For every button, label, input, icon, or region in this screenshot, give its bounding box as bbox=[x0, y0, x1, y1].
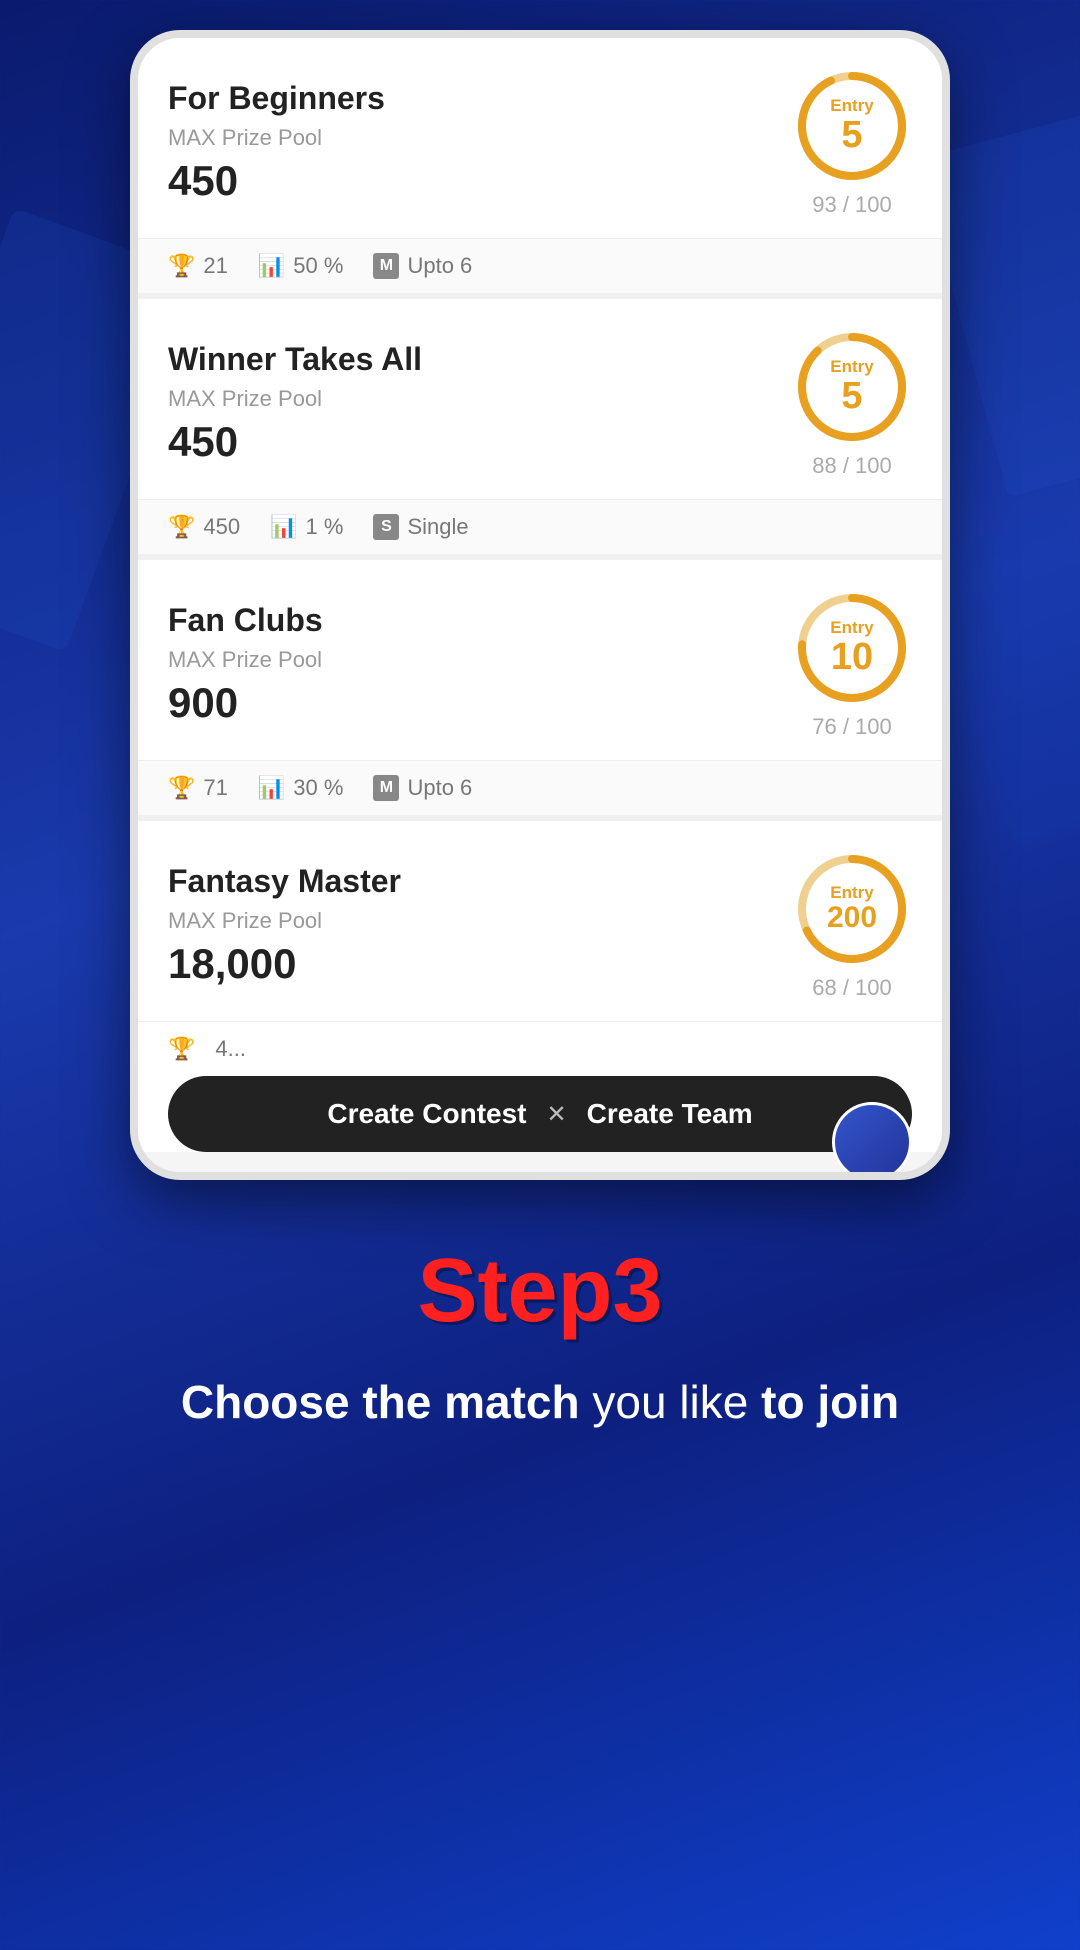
trophy-icon-3: 🏆 bbox=[168, 1036, 195, 1062]
team-icon-0: M bbox=[373, 253, 399, 279]
entry-value-2: 10 bbox=[830, 638, 873, 676]
chart-icon-1: 📊 bbox=[270, 514, 297, 540]
entry-count-3: 68 / 100 bbox=[812, 975, 892, 1001]
avatar-partial bbox=[832, 1102, 912, 1172]
stat-chart-1: 📊 1 % bbox=[270, 514, 343, 540]
entry-circle-fantasy: Entry 200 bbox=[792, 849, 912, 969]
action-bar: Create Contest ✕ Create Team bbox=[168, 1076, 912, 1152]
contest-info-winner: Winner Takes All MAX Prize Pool 450 bbox=[168, 341, 792, 466]
stat-chart-2: 📊 30 % bbox=[258, 775, 344, 801]
step-title: Step3 bbox=[417, 1240, 662, 1343]
subtitle-bold2: to join bbox=[761, 1376, 899, 1428]
prize-label-for-beginners: MAX Prize Pool bbox=[168, 125, 792, 151]
prize-value-winner: 450 bbox=[168, 418, 792, 466]
prize-label-winner: MAX Prize Pool bbox=[168, 386, 792, 412]
create-team-button[interactable]: Create Team bbox=[587, 1098, 753, 1130]
contest-stats-winner: 🏆 450 📊 1 % S Single bbox=[138, 499, 942, 554]
prize-label-fantasy: MAX Prize Pool bbox=[168, 908, 792, 934]
stat-trophy-0: 🏆 21 bbox=[168, 253, 228, 279]
stat-val-chart-1: 1 % bbox=[306, 514, 344, 540]
contest-title-winner: Winner Takes All bbox=[168, 341, 792, 378]
prize-value-fantasy: 18,000 bbox=[168, 940, 792, 988]
entry-value-0: 5 bbox=[830, 116, 873, 154]
trophy-icon-1: 🏆 bbox=[168, 514, 195, 540]
team-icon-2: M bbox=[373, 775, 399, 801]
entry-label-3: Entry bbox=[827, 883, 877, 903]
stat-val-trophy-0: 21 bbox=[203, 253, 227, 279]
phone-screen: For Beginners MAX Prize Pool 450 Entry bbox=[138, 38, 942, 1172]
contest-card-fantasy-master[interactable]: Fantasy Master MAX Prize Pool 18,000 Ent… bbox=[138, 821, 942, 1152]
stat-val-team-1: Single bbox=[407, 514, 468, 540]
stat-team-2: M Upto 6 bbox=[373, 775, 472, 801]
entry-circle-winner: Entry 5 bbox=[792, 327, 912, 447]
stat-val-chart-2: 30 % bbox=[293, 775, 343, 801]
entry-circle-fan: Entry 10 bbox=[792, 588, 912, 708]
stat-val-3: 4... bbox=[215, 1036, 246, 1062]
contest-info-for-beginners: For Beginners MAX Prize Pool 450 bbox=[168, 80, 792, 205]
stat-trophy-1: 🏆 450 bbox=[168, 514, 240, 540]
entry-label-1: Entry bbox=[830, 357, 873, 377]
contest-info-fantasy: Fantasy Master MAX Prize Pool 18,000 bbox=[168, 863, 792, 988]
step-subtitle: Choose the match you like to join bbox=[40, 1373, 1040, 1433]
prize-value-for-beginners: 450 bbox=[168, 157, 792, 205]
trophy-icon-2: 🏆 bbox=[168, 775, 195, 801]
entry-count-2: 76 / 100 bbox=[812, 714, 892, 740]
entry-count-1: 88 / 100 bbox=[812, 453, 892, 479]
contest-stats-fan: 🏆 71 📊 30 % M Upto 6 bbox=[138, 760, 942, 815]
entry-value-1: 5 bbox=[830, 377, 873, 415]
chart-icon-2: 📊 bbox=[258, 775, 285, 801]
stat-val-trophy-2: 71 bbox=[203, 775, 227, 801]
stat-val-trophy-1: 450 bbox=[203, 514, 240, 540]
stat-team-0: M Upto 6 bbox=[373, 253, 472, 279]
subtitle-regular: you like bbox=[580, 1376, 762, 1428]
bottom-section: Step3 Choose the match you like to join bbox=[0, 1180, 1080, 1483]
contest-title-fan: Fan Clubs bbox=[168, 602, 792, 639]
stat-val-chart-0: 50 % bbox=[293, 253, 343, 279]
prize-value-fan: 900 bbox=[168, 679, 792, 727]
contest-card-for-beginners[interactable]: For Beginners MAX Prize Pool 450 Entry bbox=[138, 38, 942, 293]
entry-label-2: Entry bbox=[830, 618, 873, 638]
contest-title-fantasy: Fantasy Master bbox=[168, 863, 792, 900]
prize-label-fan: MAX Prize Pool bbox=[168, 647, 792, 673]
phone-mockup: For Beginners MAX Prize Pool 450 Entry bbox=[130, 30, 950, 1180]
contest-info-fan: Fan Clubs MAX Prize Pool 900 bbox=[168, 602, 792, 727]
contest-card-winner-takes-all[interactable]: Winner Takes All MAX Prize Pool 450 Entr… bbox=[138, 299, 942, 554]
entry-value-3: 200 bbox=[827, 903, 877, 933]
create-contest-button[interactable]: Create Contest bbox=[327, 1098, 526, 1130]
team-icon-1: S bbox=[373, 514, 399, 540]
entry-count-0: 93 / 100 bbox=[812, 192, 892, 218]
stat-val-team-0: Upto 6 bbox=[407, 253, 472, 279]
contest-title-for-beginners: For Beginners bbox=[168, 80, 792, 117]
entry-label-0: Entry bbox=[830, 96, 873, 116]
chart-icon-0: 📊 bbox=[258, 253, 285, 279]
stat-team-1: S Single bbox=[373, 514, 468, 540]
subtitle-bold: Choose the match bbox=[181, 1376, 580, 1428]
stat-chart-0: 📊 50 % bbox=[258, 253, 344, 279]
stat-val-team-2: Upto 6 bbox=[407, 775, 472, 801]
contest-list: For Beginners MAX Prize Pool 450 Entry bbox=[138, 38, 942, 1152]
action-bar-divider: ✕ bbox=[547, 1100, 567, 1129]
contest-card-fan-clubs[interactable]: Fan Clubs MAX Prize Pool 900 Entry bbox=[138, 560, 942, 815]
stat-trophy-2: 🏆 71 bbox=[168, 775, 228, 801]
entry-circle-for-beginners: Entry 5 bbox=[792, 66, 912, 186]
contest-stats-for-beginners: 🏆 21 📊 50 % M Upto 6 bbox=[138, 238, 942, 293]
trophy-icon-0: 🏆 bbox=[168, 253, 195, 279]
